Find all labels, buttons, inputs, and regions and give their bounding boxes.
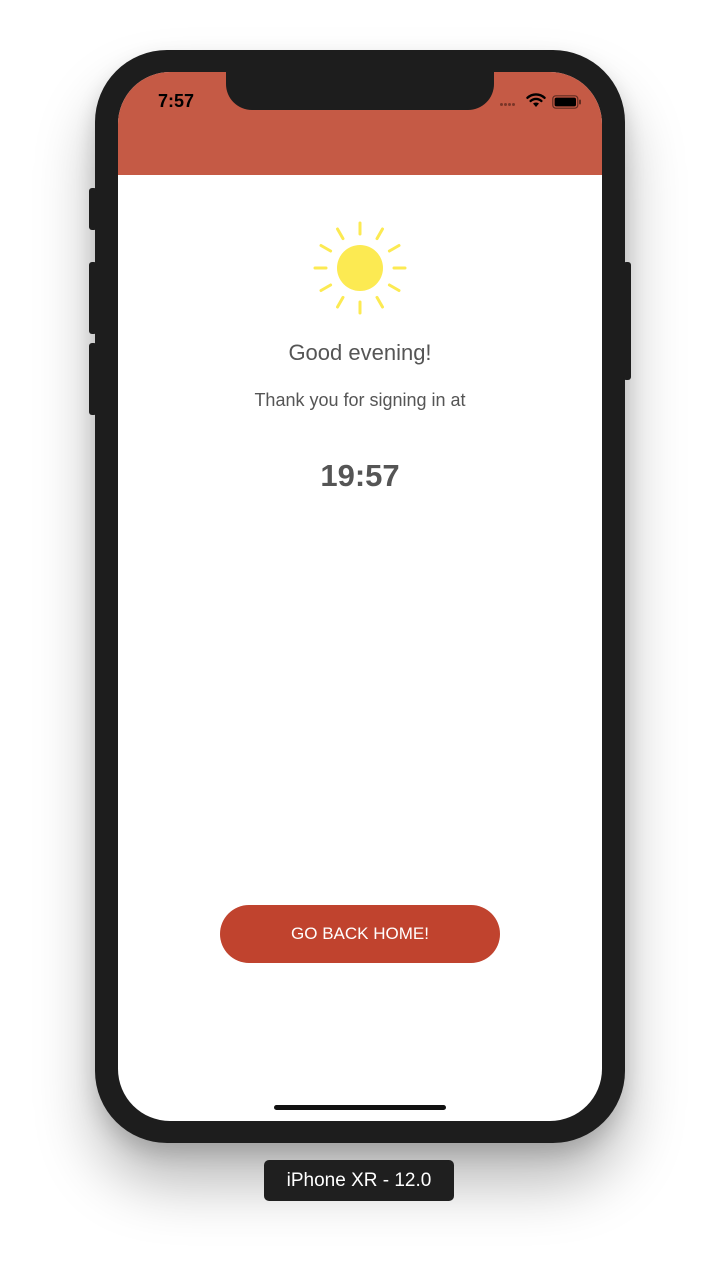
go-back-home-button[interactable]: GO BACK HOME! [220, 905, 500, 963]
wifi-icon [526, 93, 546, 113]
power-button [623, 262, 631, 380]
mute-switch [89, 188, 97, 230]
device-label: iPhone XR - 12.0 [264, 1160, 454, 1201]
sign-in-message: Thank you for signing in at [254, 390, 466, 410]
app-screen: 7:57 Good evening! Thank you for signing… [118, 72, 602, 1121]
status-time: 7:57 [158, 91, 195, 111]
signal-icon [500, 103, 516, 121]
battery-icon [552, 95, 582, 114]
notch [226, 72, 494, 110]
sign-in-time: 19:57 [320, 458, 400, 493]
home-indicator[interactable] [274, 1105, 446, 1110]
volume-down-button [89, 343, 97, 415]
sun-icon [311, 220, 409, 323]
volume-up-button [89, 262, 97, 334]
greeting-text: Good evening! [288, 340, 432, 365]
